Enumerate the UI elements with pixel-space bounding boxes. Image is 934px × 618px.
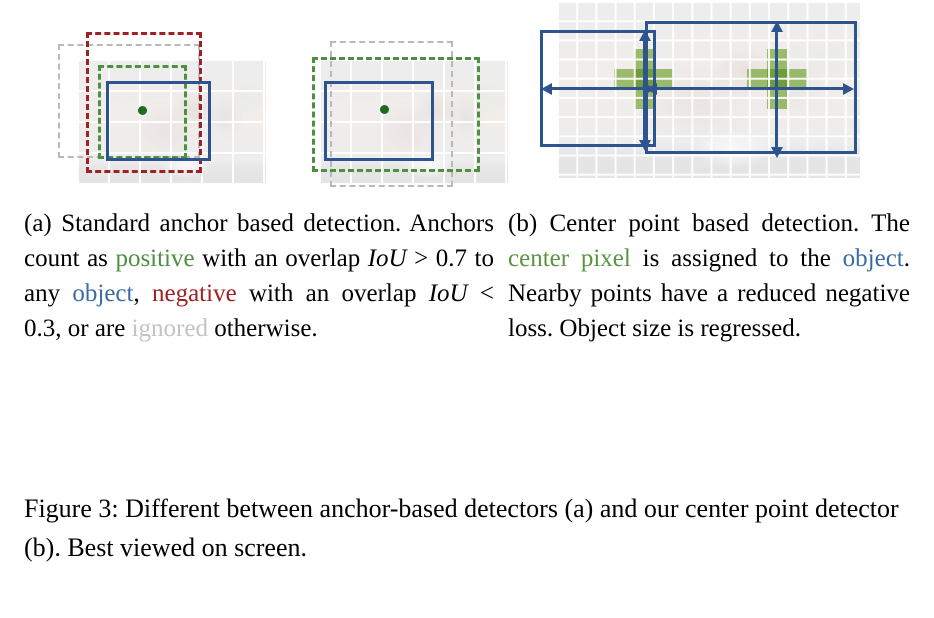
- subcaption-b-part2: is assigned to the: [630, 245, 843, 272]
- subcaption-b-part1: (b) Center point based detection. The: [508, 210, 910, 237]
- subcaption-a-part5: with an overlap: [236, 280, 429, 307]
- width-arrow-head-left: [646, 82, 657, 95]
- object-center-dot: [380, 105, 389, 114]
- subcaption-b: (b) Center point based detection. The ce…: [508, 206, 910, 346]
- object-ground-truth-box: [324, 81, 434, 161]
- height-arrow-head-up: [770, 21, 783, 32]
- subcaption-a-positive: positive: [115, 245, 195, 272]
- figure-3-root: (a) Standard anchor based detection. Anc…: [0, 0, 934, 618]
- subcaption-a-object: object: [72, 280, 134, 307]
- height-arrow-head-down: [638, 140, 651, 151]
- panel-b-center-point: [505, 0, 925, 200]
- figure-caption-text: Different between anchor-based detectors…: [24, 494, 899, 562]
- width-arrow-line: [651, 87, 851, 90]
- object-ground-truth-box: [106, 81, 211, 161]
- subcaption-b-object: object: [842, 245, 904, 272]
- panel-a-anchor-based: [24, 0, 508, 200]
- figure-caption-label: Figure 3:: [24, 494, 119, 523]
- subcaption-a-part7: otherwise.: [207, 315, 318, 342]
- subcaption-a-negative: negative: [151, 280, 237, 307]
- figure-caption: Figure 3: Different between anchor-based…: [24, 489, 914, 567]
- subcaption-a-ignored: ignored: [131, 315, 208, 342]
- height-arrow-head-down: [770, 147, 783, 158]
- height-arrow-head-up: [638, 30, 651, 41]
- object-center-dot: [138, 106, 147, 115]
- height-arrow-line: [775, 27, 778, 148]
- subcaption-a-math-iou-2: IoU: [428, 280, 468, 307]
- subcaption-a-part4: ,: [133, 280, 152, 307]
- width-arrow-line: [546, 87, 652, 90]
- subcaption-b-center-pixel: center pixel: [508, 245, 631, 272]
- subcaption-a: (a) Standard anchor based detection. Anc…: [24, 206, 494, 346]
- width-arrow-head-right: [843, 82, 854, 95]
- subcaption-a-part2: with an overlap: [194, 245, 368, 272]
- subcaption-a-math-iou-1: IoU: [367, 245, 407, 272]
- width-arrow-head-left: [541, 82, 552, 95]
- figure-panels-row: [0, 0, 934, 200]
